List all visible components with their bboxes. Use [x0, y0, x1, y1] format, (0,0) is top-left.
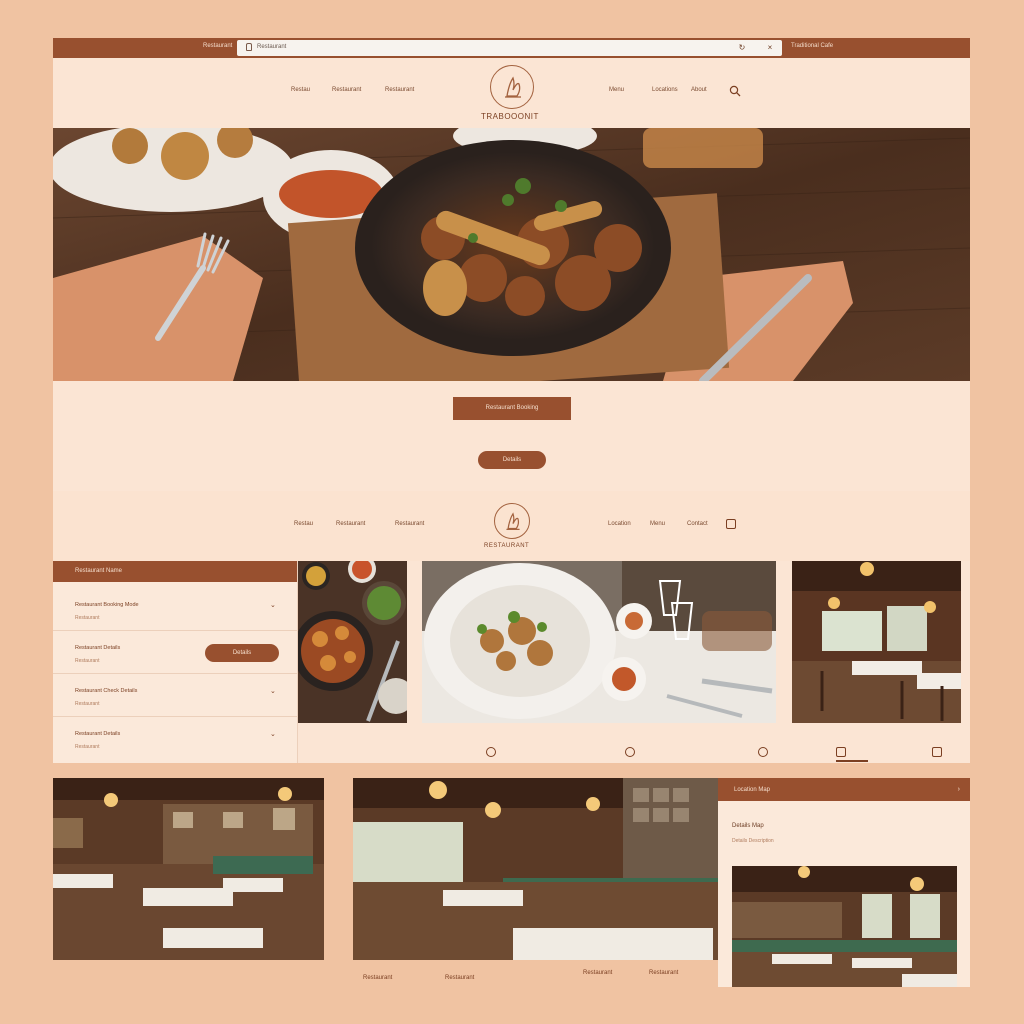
filter-panel-title: Restaurant Name	[75, 568, 123, 574]
nav-link-4[interactable]: Menu	[609, 87, 624, 93]
site-header: Restau Restaurant Restaurant TRABOOONIT …	[53, 58, 970, 128]
brand-name: TRABOOONIT	[481, 112, 539, 121]
url-field[interactable]: Restaurant	[237, 40, 782, 56]
tab-icon-4[interactable]	[836, 747, 846, 757]
nav-link-3[interactable]: Restaurant	[385, 87, 414, 93]
search-icon[interactable]	[729, 85, 741, 97]
secondary-nav-link-4[interactable]: Location	[608, 521, 631, 527]
filter-panel: Restaurant Name Restaurant Booking Mode …	[53, 561, 298, 763]
browser-toolbar: Restaurant Restaurant ↻ × Traditional Ca…	[53, 38, 970, 58]
url-text: Restaurant	[257, 44, 287, 50]
secondary-nav-link-3[interactable]: Restaurant	[395, 521, 424, 527]
filter-label: Restaurant Booking Mode	[75, 602, 139, 608]
secondary-nav-link-1[interactable]: Restau	[294, 521, 313, 527]
filter-row[interactable]: Restaurant Details Restaurant ⌄	[53, 717, 298, 760]
calendar-icon[interactable]	[726, 519, 736, 529]
lock-icon	[246, 43, 252, 51]
restaurant-interior-photo-1[interactable]	[792, 561, 961, 723]
tab-icon-2[interactable]	[625, 747, 635, 757]
close-icon[interactable]: ×	[763, 41, 777, 55]
dish-photo-1[interactable]	[298, 561, 407, 723]
reload-icon[interactable]: ↻	[735, 41, 749, 55]
nav-link-6[interactable]: About	[691, 87, 707, 93]
chevron-down-icon[interactable]: ⌄	[270, 730, 276, 738]
tab-icon-5[interactable]	[932, 747, 942, 757]
secondary-nav-link-2[interactable]: Restaurant	[336, 521, 365, 527]
details-button[interactable]: Details	[478, 451, 546, 469]
filter-value: Restaurant	[75, 701, 100, 707]
restaurant-interior-photo-2[interactable]	[53, 778, 324, 960]
browser-right-label: Traditional Cafe	[791, 43, 834, 49]
gallery-caption: Restaurant	[363, 975, 393, 981]
secondary-logo-icon[interactable]	[494, 503, 530, 539]
secondary-nav-link-6[interactable]: Contact	[687, 521, 708, 527]
chevron-down-icon[interactable]: ⌄	[270, 687, 276, 695]
filter-value: Restaurant	[75, 744, 100, 750]
gallery-caption: Restaurant	[649, 970, 679, 976]
location-card-header: Location Map ›	[718, 778, 970, 801]
filter-value: Restaurant	[75, 658, 100, 664]
filter-row[interactable]: Restaurant Check Details Restaurant ⌄	[53, 674, 298, 717]
browser-left-label: Restaurant	[203, 43, 233, 49]
active-tab-indicator	[836, 760, 868, 762]
secondary-header: Restau Restaurant Restaurant RESTAURANT …	[53, 491, 970, 561]
location-card: Location Map › Details Map Details Descr…	[718, 778, 970, 987]
chevron-right-icon[interactable]: ›	[958, 786, 960, 793]
nav-link-2[interactable]: Restaurant	[332, 87, 361, 93]
hero-band: Restaurant Booking Details	[53, 381, 970, 491]
hero-image	[53, 128, 970, 381]
filter-label: Restaurant Check Details	[75, 688, 138, 694]
dish-photo-2[interactable]	[422, 561, 776, 723]
restaurant-booking-button[interactable]: Restaurant Booking	[453, 397, 571, 420]
filter-label: Restaurant Details	[75, 645, 121, 651]
tab-icon-3[interactable]	[758, 747, 768, 757]
tab-icon-1[interactable]	[486, 747, 496, 757]
filter-panel-header: Restaurant Name	[53, 561, 297, 582]
chevron-down-icon[interactable]: ⌄	[270, 601, 276, 609]
filter-details-button[interactable]: Details	[205, 644, 279, 662]
location-card-title: Location Map	[734, 787, 771, 793]
location-card-subtitle: Details Map	[732, 823, 764, 829]
secondary-brand-name: RESTAURANT	[484, 543, 530, 549]
gallery-caption: Restaurant	[583, 970, 613, 976]
secondary-nav-link-5[interactable]: Menu	[650, 521, 665, 527]
filter-label: Restaurant Details	[75, 731, 121, 737]
restaurant-interior-photo-3[interactable]	[353, 778, 718, 960]
gallery-caption: Restaurant	[445, 975, 475, 981]
nav-link-5[interactable]: Locations	[652, 87, 678, 93]
filter-row[interactable]: Restaurant Booking Mode Restaurant ⌄	[53, 588, 298, 631]
logo-icon[interactable]	[490, 65, 534, 109]
content-row: Restaurant Name Restaurant Booking Mode …	[53, 561, 970, 763]
restaurant-interior-photo-4[interactable]	[732, 866, 957, 987]
filter-value: Restaurant	[75, 615, 100, 621]
nav-link-1[interactable]: Restau	[291, 87, 310, 93]
gallery-row: Restaurant Restaurant Restaurant Restaur…	[53, 778, 970, 987]
location-card-text: Details Description	[732, 838, 774, 844]
